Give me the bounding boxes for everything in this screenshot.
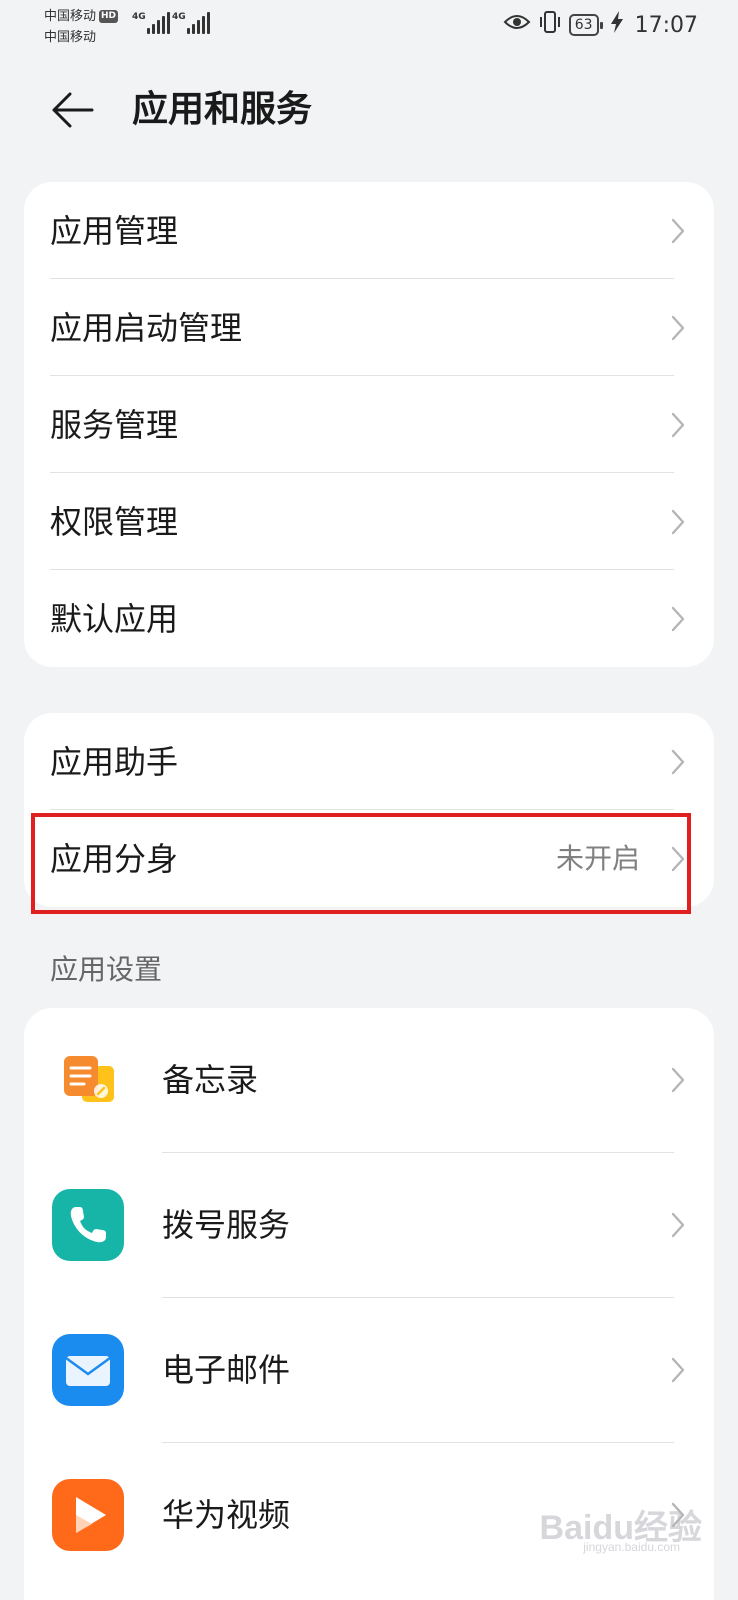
chevron-right-icon: [668, 409, 688, 441]
app-label: 拨号服务: [162, 1206, 291, 1244]
carrier-2-name: 中国移动: [44, 30, 97, 45]
chevron-right-icon: [668, 215, 688, 247]
notepad-icon: [52, 1044, 124, 1116]
row-label: 默认应用: [50, 599, 179, 638]
row-label: 应用启动管理: [50, 308, 243, 347]
chevron-right-icon: [668, 312, 688, 344]
signal-1-icon: 4G: [132, 12, 170, 34]
row-label: 应用助手: [50, 742, 179, 781]
row-app-assistant[interactable]: 应用助手: [24, 713, 714, 810]
back-button[interactable]: [48, 86, 96, 134]
chevron-right-icon: [668, 603, 688, 635]
app-row-dialer[interactable]: 拨号服务: [24, 1153, 714, 1298]
signal-2-icon: 4G: [172, 12, 210, 34]
row-default-apps[interactable]: 默认应用: [24, 570, 714, 667]
row-label: 服务管理: [50, 405, 179, 444]
highlight-box: [31, 813, 691, 914]
app-row-email[interactable]: 电子邮件: [24, 1298, 714, 1443]
status-bar: 中国移动 HD 中国移动 4G 4G 63 17:07: [0, 0, 738, 50]
network-type-1: 4G: [132, 12, 146, 22]
chevron-right-icon: [668, 746, 688, 778]
row-app-management[interactable]: 应用管理: [24, 182, 714, 279]
clock: 17:07: [634, 12, 698, 38]
page-title: 应用和服务: [132, 89, 313, 130]
mail-icon: [52, 1334, 124, 1406]
back-arrow-icon: [52, 92, 94, 128]
carrier-1-name: 中国移动: [44, 9, 97, 24]
baidu-watermark-url: jingyan.baidu.com: [583, 1540, 680, 1554]
row-permission-management[interactable]: 权限管理: [24, 473, 714, 570]
app-row-memo[interactable]: 备忘录: [24, 1008, 714, 1153]
app-label: 电子邮件: [162, 1351, 291, 1389]
row-label: 权限管理: [50, 502, 179, 541]
chevron-right-icon: [668, 506, 688, 538]
video-play-icon: [52, 1479, 124, 1551]
carrier-info: 中国移动 HD 中国移动: [44, 6, 119, 48]
vibrate-icon: [539, 10, 561, 40]
phone-icon: [52, 1189, 124, 1261]
app-label: 备忘录: [162, 1061, 259, 1099]
hd-badge: HD: [99, 10, 119, 23]
header: 应用和服务: [0, 70, 738, 150]
eye-comfort-icon: [503, 12, 531, 38]
battery-icon: 63: [568, 14, 603, 36]
row-app-launch-management[interactable]: 应用启动管理: [24, 279, 714, 376]
chevron-right-icon: [668, 1354, 688, 1386]
section-label-app-settings: 应用设置: [50, 953, 163, 986]
settings-group-1: 应用管理 应用启动管理 服务管理 权限管理 默认应用: [24, 182, 714, 667]
network-type-2: 4G: [172, 12, 186, 22]
row-label: 应用管理: [50, 211, 179, 250]
chevron-right-icon: [668, 1064, 688, 1096]
app-label: 华为视频: [162, 1496, 291, 1534]
chevron-right-icon: [668, 1209, 688, 1241]
row-service-management[interactable]: 服务管理: [24, 376, 714, 473]
charging-bolt-icon: [610, 11, 623, 39]
status-right: 63 17:07: [503, 10, 698, 40]
